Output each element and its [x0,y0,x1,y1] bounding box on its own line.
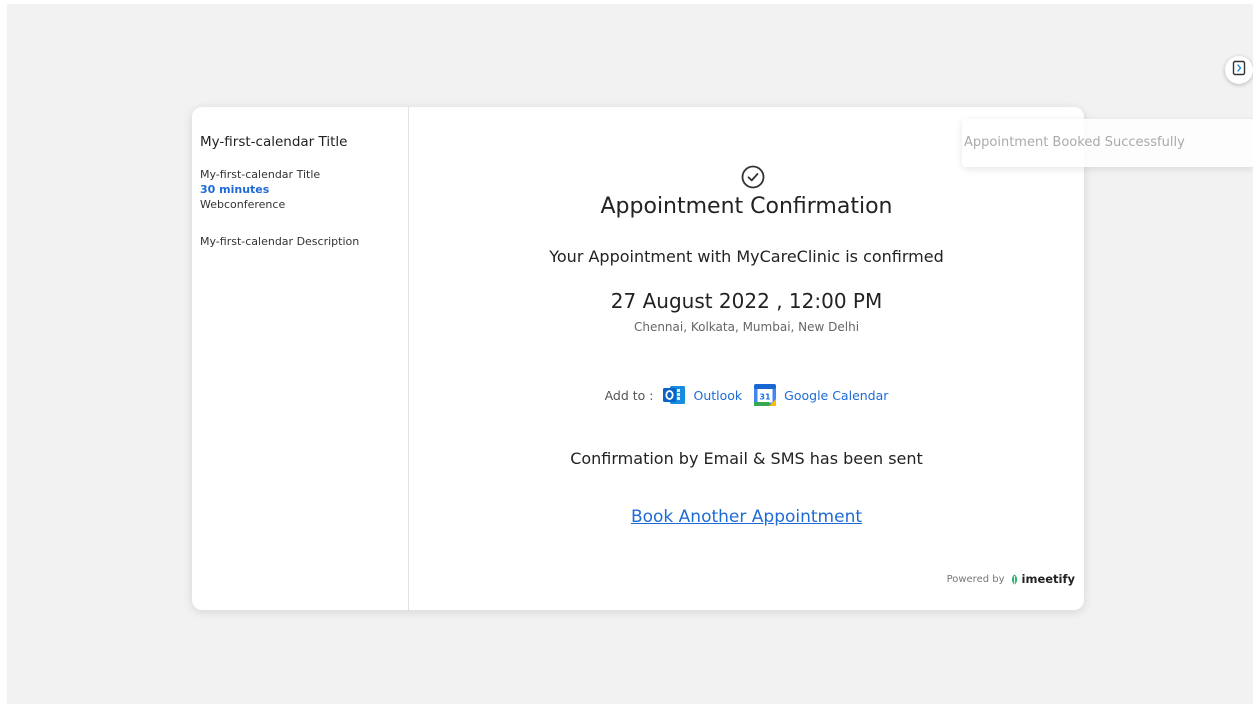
document-icon [1232,60,1246,80]
appointment-datetime: 27 August 2022 , 12:00 PM [610,289,883,313]
event-details: My-first-calendar Title 30 minutes Webco… [200,167,320,212]
outlook-label: Outlook [693,387,743,403]
book-another-appointment-link[interactable]: Book Another Appointment [409,507,1084,527]
appointment-timezone: Chennai, Kolkata, Mumbai, New Delhi [633,320,860,334]
svg-text:31: 31 [760,393,772,402]
notification-sent-message: Confirmation by Email & SMS has been sen… [570,449,923,468]
confirmation-message: Your Appointment with MyCareClinic is co… [549,247,944,266]
imeetify-brand[interactable]: imeetify [1022,572,1075,586]
add-to-label: Add to : [604,387,654,403]
google-calendar-icon: 31 [752,382,778,408]
event-duration: 30 minutes [200,183,270,196]
page-background: My-first-calendar Title My-first-calenda… [7,4,1253,704]
imeetify-logo-icon [1009,574,1020,585]
outlook-icon [661,382,687,408]
event-summary-sidebar: My-first-calendar Title My-first-calenda… [192,107,409,610]
check-circle-icon [741,165,765,189]
event-location-type: Webconference [200,198,286,211]
google-calendar-label: Google Calendar [784,387,889,403]
powered-by: Powered by imeetify [947,572,1075,586]
event-title: My-first-calendar Title [200,134,348,150]
success-toast: Appointment Booked Successfully [962,119,1253,167]
powered-by-label: Powered by [946,573,1005,585]
booking-card: My-first-calendar Title My-first-calenda… [192,107,1084,610]
google-calendar-link[interactable]: 31 Google Calendar [752,382,888,408]
document-button[interactable] [1225,56,1253,84]
page-title: Appointment Confirmation [600,194,893,219]
event-subtitle: My-first-calendar Title [200,168,321,181]
confirmation-panel: Appointment Confirmation Your Appointmen… [409,107,1084,610]
add-to-calendar: Add to : Outlook 31 Google Calendar [409,380,1084,410]
outlook-link[interactable]: Outlook [661,382,742,408]
event-description: My-first-calendar Description [200,235,360,248]
